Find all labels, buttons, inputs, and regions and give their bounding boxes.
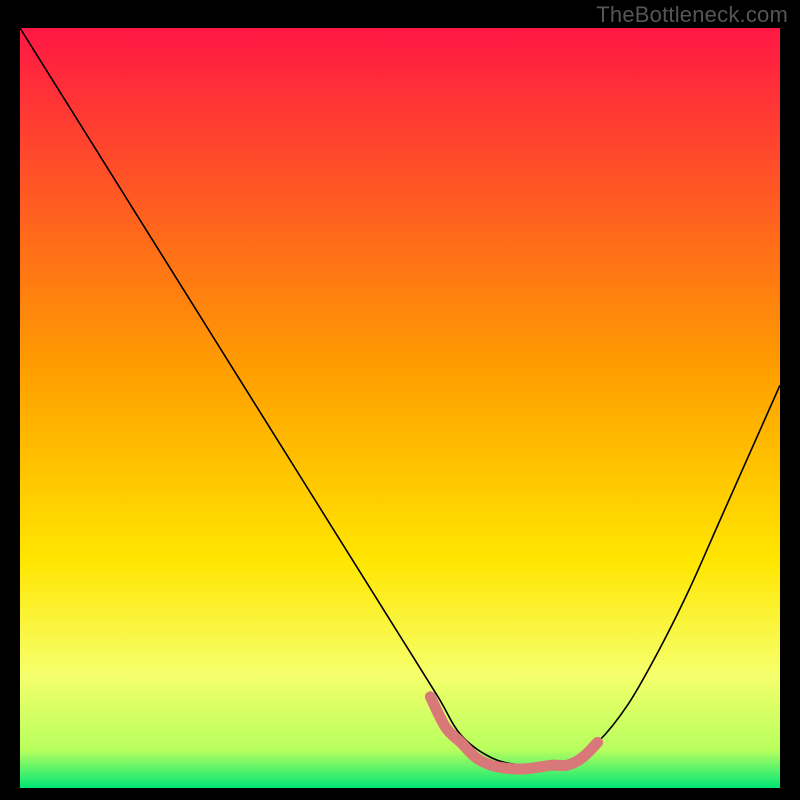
chart-frame: TheBottleneck.com [0, 0, 800, 800]
watermark-text: TheBottleneck.com [596, 2, 788, 28]
chart-svg [20, 28, 780, 788]
gradient-background [20, 28, 780, 788]
chart-plot-area [20, 28, 780, 788]
